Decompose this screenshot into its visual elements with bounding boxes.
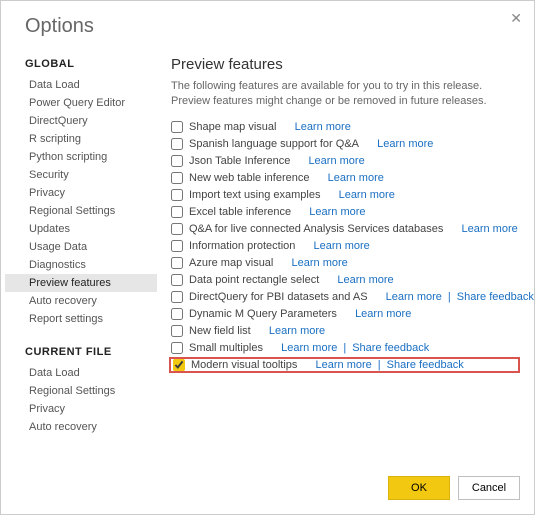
- content-pane: Preview features The following features …: [157, 46, 534, 466]
- feature-checkbox[interactable]: [171, 274, 183, 286]
- feature-label: New web table inference: [189, 172, 309, 184]
- sidebar-item[interactable]: Data Load: [5, 76, 157, 94]
- feature-row: Json Table Inference Learn more: [171, 153, 518, 170]
- feature-row: New web table inference Learn more: [171, 170, 518, 187]
- feature-label: Excel table inference: [189, 206, 291, 218]
- feature-row: DirectQuery for PBI datasets and AS Lear…: [171, 289, 518, 306]
- close-icon[interactable]: ✕: [510, 11, 522, 25]
- sidebar-item[interactable]: Security: [5, 166, 157, 184]
- feature-row: Excel table inference Learn more: [171, 204, 518, 221]
- sidebar: GLOBALData LoadPower Query EditorDirectQ…: [5, 46, 157, 466]
- feature-label: Shape map visual: [189, 121, 276, 133]
- dialog-footer: OK Cancel: [1, 466, 534, 514]
- learn-more-link[interactable]: Learn more: [314, 240, 370, 252]
- learn-more-link[interactable]: Learn more: [337, 274, 393, 286]
- learn-more-link[interactable]: Learn more: [339, 189, 395, 201]
- feature-label: Small multiples: [189, 342, 263, 354]
- feature-checkbox[interactable]: [171, 223, 183, 235]
- feature-row: Dynamic M Query Parameters Learn more: [171, 306, 518, 323]
- feature-label: Dynamic M Query Parameters: [189, 308, 337, 320]
- feature-label: New field list: [189, 325, 251, 337]
- feature-label: Data point rectangle select: [189, 274, 319, 286]
- feature-checkbox[interactable]: [171, 206, 183, 218]
- sidebar-section-header: GLOBAL: [5, 54, 157, 76]
- sidebar-item[interactable]: Privacy: [5, 400, 157, 418]
- ok-button[interactable]: OK: [388, 476, 450, 500]
- feature-row: Import text using examples Learn more: [171, 187, 518, 204]
- cancel-button[interactable]: Cancel: [458, 476, 520, 500]
- learn-more-link[interactable]: Learn more: [292, 257, 348, 269]
- sidebar-item[interactable]: DirectQuery: [5, 112, 157, 130]
- feature-list: Shape map visual Learn moreSpanish langu…: [171, 119, 518, 373]
- learn-more-link[interactable]: Learn more: [316, 359, 372, 371]
- learn-more-link[interactable]: Learn more: [355, 308, 411, 320]
- learn-more-link[interactable]: Learn more: [386, 291, 442, 303]
- sidebar-item[interactable]: Data Load: [5, 364, 157, 382]
- feature-checkbox[interactable]: [171, 138, 183, 150]
- sidebar-item[interactable]: Regional Settings: [5, 202, 157, 220]
- title-bar: Options ✕: [1, 1, 534, 46]
- learn-more-link[interactable]: Learn more: [308, 155, 364, 167]
- sidebar-section-header: CURRENT FILE: [5, 342, 157, 364]
- content-desc: The following features are available for…: [171, 79, 518, 109]
- feature-checkbox[interactable]: [171, 172, 183, 184]
- feature-checkbox[interactable]: [171, 257, 183, 269]
- content-heading: Preview features: [171, 56, 518, 73]
- feature-row: Small multiples Learn more | Share feedb…: [171, 340, 518, 357]
- learn-more-link[interactable]: Learn more: [461, 223, 517, 235]
- feature-label: Json Table Inference: [189, 155, 290, 167]
- learn-more-link[interactable]: Learn more: [295, 121, 351, 133]
- feature-row: Modern visual tooltips Learn more | Shar…: [169, 357, 520, 373]
- dialog-body: GLOBALData LoadPower Query EditorDirectQ…: [1, 46, 534, 466]
- link-separator: |: [448, 291, 451, 303]
- sidebar-item[interactable]: Diagnostics: [5, 256, 157, 274]
- share-feedback-link[interactable]: Share feedback: [457, 291, 534, 303]
- feature-checkbox[interactable]: [171, 325, 183, 337]
- feature-label: Q&A for live connected Analysis Services…: [189, 223, 443, 235]
- learn-more-link[interactable]: Learn more: [328, 172, 384, 184]
- link-separator: |: [378, 359, 381, 371]
- feature-checkbox[interactable]: [171, 189, 183, 201]
- link-separator: |: [343, 342, 346, 354]
- sidebar-item[interactable]: Regional Settings: [5, 382, 157, 400]
- learn-more-link[interactable]: Learn more: [377, 138, 433, 150]
- feature-checkbox[interactable]: [171, 121, 183, 133]
- feature-label: Spanish language support for Q&A: [189, 138, 359, 150]
- share-feedback-link[interactable]: Share feedback: [352, 342, 429, 354]
- sidebar-item[interactable]: Auto recovery: [5, 418, 157, 436]
- sidebar-item[interactable]: Usage Data: [5, 238, 157, 256]
- learn-more-link[interactable]: Learn more: [309, 206, 365, 218]
- feature-row: Data point rectangle select Learn more: [171, 272, 518, 289]
- feature-label: Azure map visual: [189, 257, 273, 269]
- sidebar-item[interactable]: Privacy: [5, 184, 157, 202]
- feature-checkbox[interactable]: [171, 240, 183, 252]
- feature-checkbox[interactable]: [171, 308, 183, 320]
- sidebar-item[interactable]: Auto recovery: [5, 292, 157, 310]
- feature-label: Information protection: [189, 240, 295, 252]
- feature-row: Azure map visual Learn more: [171, 255, 518, 272]
- feature-label: Import text using examples: [189, 189, 320, 201]
- options-dialog: Options ✕ GLOBALData LoadPower Query Edi…: [0, 0, 535, 515]
- sidebar-item[interactable]: Report settings: [5, 310, 157, 328]
- feature-checkbox[interactable]: [171, 155, 183, 167]
- learn-more-link[interactable]: Learn more: [269, 325, 325, 337]
- learn-more-link[interactable]: Learn more: [281, 342, 337, 354]
- feature-checkbox[interactable]: [171, 291, 183, 303]
- feature-row: Spanish language support for Q&A Learn m…: [171, 136, 518, 153]
- feature-label: DirectQuery for PBI datasets and AS: [189, 291, 368, 303]
- feature-row: Shape map visual Learn more: [171, 119, 518, 136]
- sidebar-item[interactable]: Updates: [5, 220, 157, 238]
- share-feedback-link[interactable]: Share feedback: [387, 359, 464, 371]
- sidebar-item[interactable]: Preview features: [5, 274, 157, 292]
- feature-checkbox[interactable]: [173, 359, 185, 371]
- feature-checkbox[interactable]: [171, 342, 183, 354]
- sidebar-item[interactable]: R scripting: [5, 130, 157, 148]
- dialog-title: Options: [1, 1, 534, 46]
- feature-row: Information protection Learn more: [171, 238, 518, 255]
- feature-row: Q&A for live connected Analysis Services…: [171, 221, 518, 238]
- feature-label: Modern visual tooltips: [191, 359, 297, 371]
- feature-row: New field list Learn more: [171, 323, 518, 340]
- sidebar-item[interactable]: Power Query Editor: [5, 94, 157, 112]
- sidebar-item[interactable]: Python scripting: [5, 148, 157, 166]
